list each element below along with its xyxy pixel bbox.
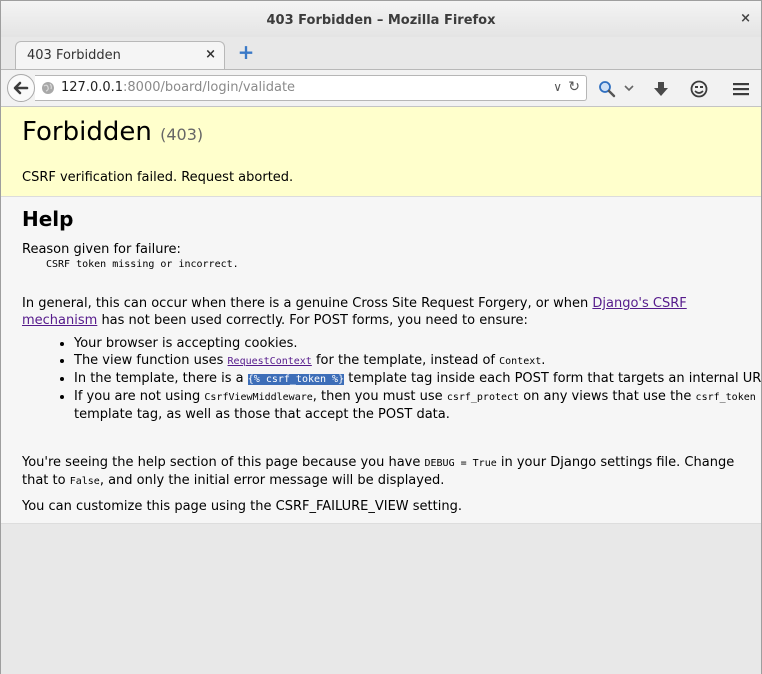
debug-text: , and only the initial error message wil… (99, 473, 445, 488)
title-text: Forbidden (22, 117, 152, 147)
title-bar: 403 Forbidden – Mozilla Firefox × (1, 1, 761, 37)
request-context-link[interactable]: RequestContext (228, 356, 312, 367)
reload-icon[interactable]: ↻ (568, 79, 580, 95)
list-item-text: template tag, as well as those that acce… (74, 407, 450, 422)
intro-paragraph: In general, this can occur when there is… (22, 295, 742, 329)
help-heading: Help (22, 207, 74, 231)
search-icon[interactable] (598, 80, 616, 98)
intro-text-suffix: has not been used correctly. For POST fo… (97, 313, 528, 328)
search-dropdown-icon[interactable] (623, 82, 635, 94)
browser-window: 403 Forbidden – Mozilla Firefox × 403 Fo… (0, 0, 762, 674)
customize-paragraph: You can customize this page using the CS… (22, 499, 462, 514)
help-section: Help Reason given for failure: CSRF toke… (1, 197, 762, 524)
list-item-text: on any views that use the (519, 389, 696, 404)
status-code: (403) (160, 125, 204, 144)
download-icon[interactable] (652, 80, 670, 98)
back-button[interactable] (7, 74, 35, 102)
list-item: If you are not using CsrfViewMiddleware,… (74, 388, 762, 423)
page-content: Forbidden (403) CSRF verification failed… (1, 107, 762, 674)
debug-paragraph: You're seeing the help section of this p… (22, 454, 742, 490)
url-text[interactable]: 127.0.0.1:8000/board/login/validate (61, 80, 295, 95)
url-path: :8000/board/login/validate (123, 80, 296, 95)
error-message: CSRF verification failed. Request aborte… (22, 170, 294, 185)
list-item: In the template, there is a {% csrf_toke… (74, 370, 762, 388)
requirements-list: Your browser is accepting cookies. The v… (22, 335, 762, 423)
list-item-text: Your browser is accepting cookies. (74, 336, 298, 351)
code-context: Context (499, 356, 542, 367)
debug-text: You're seeing the help section of this p… (22, 455, 425, 470)
list-item-text: If you are not using (74, 389, 205, 404)
list-item-text: . (541, 353, 546, 368)
hamburger-menu-icon[interactable] (732, 80, 750, 98)
list-item-text: , then you must use (312, 389, 447, 404)
tab-strip: 403 Forbidden × + (1, 37, 761, 69)
navigation-toolbar: 127.0.0.1:8000/board/login/validate ∨ ↻ (1, 69, 761, 107)
reason-code: CSRF token missing or incorrect. (46, 259, 239, 270)
window-title: 403 Forbidden – Mozilla Firefox (266, 13, 496, 28)
code-debug-true: DEBUG = True (424, 458, 497, 469)
tab-close-icon[interactable]: × (205, 47, 216, 62)
tab-label: 403 Forbidden (27, 48, 121, 63)
code-csrf-middleware: CsrfViewMiddleware (204, 392, 313, 403)
smiley-icon[interactable] (690, 80, 708, 98)
code-csrf-protect: csrf_protect (446, 392, 520, 403)
list-item-text: The view function uses (74, 353, 228, 368)
csrf-token-tag: {% csrf_token %} (247, 374, 345, 385)
intro-text: In general, this can occur when there is… (22, 296, 593, 311)
list-item: The view function uses RequestContext fo… (74, 352, 762, 370)
tab-403-forbidden[interactable]: 403 Forbidden × (15, 41, 225, 69)
list-item-text: for the template, instead of (311, 353, 500, 368)
globe-icon (42, 82, 54, 94)
new-tab-icon[interactable]: + (237, 42, 255, 62)
url-host: 127.0.0.1 (61, 80, 124, 95)
list-item-text: In the template, there is a (74, 371, 248, 386)
code-false: False (69, 476, 100, 487)
error-summary: Forbidden (403) CSRF verification failed… (1, 107, 761, 197)
url-dropdown-icon[interactable]: ∨ (553, 80, 562, 94)
reason-label: Reason given for failure: (22, 242, 181, 257)
page-title: Forbidden (403) (22, 117, 203, 147)
code-csrf-token: csrf_token (695, 392, 756, 403)
window-close-icon[interactable]: × (740, 1, 751, 37)
list-item: Your browser is accepting cookies. (74, 335, 762, 352)
list-item-text: template tag inside each POST form that … (344, 371, 762, 386)
back-arrow-icon (13, 81, 29, 95)
url-bar[interactable]: 127.0.0.1:8000/board/login/validate ∨ ↻ (35, 75, 587, 101)
